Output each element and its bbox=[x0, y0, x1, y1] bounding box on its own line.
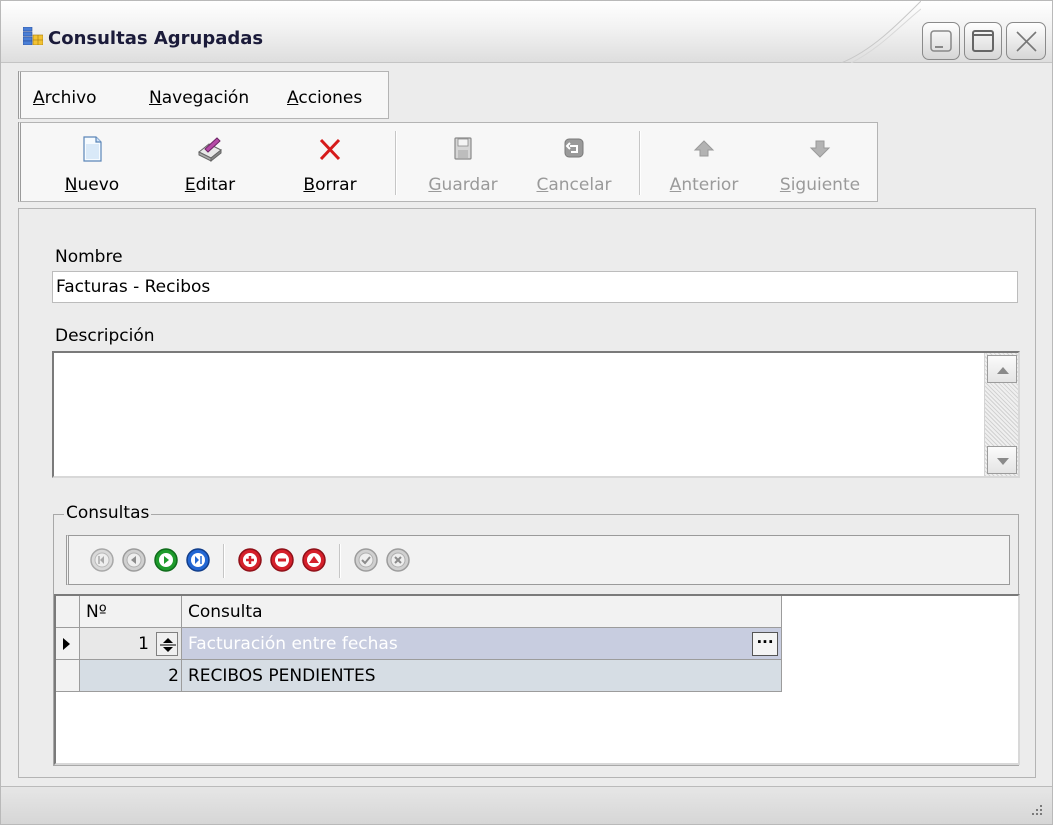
scroll-down-button[interactable] bbox=[987, 446, 1017, 474]
delete-icon bbox=[319, 138, 341, 161]
next-record-icon[interactable] bbox=[153, 547, 179, 573]
toolbar-separator bbox=[639, 131, 641, 195]
nuevo-label: Nuevo bbox=[64, 175, 120, 195]
post-record-icon[interactable] bbox=[353, 547, 379, 573]
cancel-icon bbox=[564, 138, 584, 158]
menu-bar: Archivo Navegación Acciones bbox=[18, 71, 389, 119]
spinner-icon bbox=[160, 638, 176, 652]
consultas-grid[interactable]: Nº Consulta 1 Facturación entre fechas ·… bbox=[54, 594, 1020, 765]
cancel-record-icon[interactable] bbox=[385, 547, 411, 573]
consultas-group: Consultas Nº Consulta 1 Facturación entr… bbox=[53, 503, 1020, 766]
first-record-icon[interactable] bbox=[89, 547, 115, 573]
status-bar bbox=[1, 786, 1052, 824]
insert-record-icon[interactable] bbox=[237, 547, 263, 573]
grid-icon bbox=[23, 27, 43, 45]
toolbar: Nuevo Editar Borrar Guardar Cancelar Ant… bbox=[18, 122, 878, 202]
descripcion-textarea[interactable] bbox=[52, 351, 1020, 478]
siguiente-button[interactable]: Siguiente bbox=[773, 127, 867, 199]
anterior-label: Anterior bbox=[669, 175, 739, 195]
consultas-group-title: Consultas bbox=[64, 503, 152, 523]
editar-button[interactable]: Editar bbox=[175, 127, 245, 199]
ellipsis-label: ··· bbox=[756, 633, 774, 651]
title-decoration bbox=[841, 1, 921, 63]
cancelar-label: Cancelar bbox=[536, 175, 612, 195]
edit-record-icon[interactable] bbox=[301, 547, 327, 573]
window-title: Consultas Agrupadas bbox=[48, 28, 264, 49]
table-row-consulta[interactable]: RECIBOS PENDIENTES bbox=[182, 660, 782, 692]
scroll-up-button[interactable] bbox=[987, 355, 1017, 383]
guardar-label: Guardar bbox=[428, 175, 498, 195]
descripcion-label: Descripción bbox=[55, 326, 155, 346]
application-window: Consultas Agrupadas Archivo Navegación A… bbox=[0, 0, 1053, 825]
scroll-down-icon bbox=[997, 458, 1009, 465]
delete-record-icon[interactable] bbox=[269, 547, 295, 573]
arrow-up-icon bbox=[693, 140, 715, 157]
grid-indicator-header bbox=[56, 596, 80, 628]
maximize-icon bbox=[972, 30, 994, 52]
minimize-icon bbox=[930, 30, 952, 52]
column-header-num[interactable]: Nº bbox=[80, 596, 182, 628]
borrar-label: Borrar bbox=[303, 175, 357, 195]
nombre-field[interactable]: Facturas - Recibos bbox=[52, 271, 1018, 303]
close-button[interactable] bbox=[1006, 22, 1046, 60]
num-spinner[interactable] bbox=[156, 632, 178, 656]
anterior-button[interactable]: Anterior bbox=[664, 127, 744, 199]
cancelar-button[interactable]: Cancelar bbox=[529, 127, 619, 199]
editar-label: Editar bbox=[184, 175, 236, 195]
borrar-button[interactable]: Borrar bbox=[294, 127, 366, 199]
grid-navigator bbox=[66, 535, 1010, 585]
siguiente-label: Siguiente bbox=[779, 175, 861, 195]
scroll-up-icon bbox=[997, 367, 1009, 374]
menu-acciones[interactable]: Acciones bbox=[287, 88, 362, 108]
nav-separator bbox=[339, 544, 341, 578]
nuevo-button[interactable]: Nuevo bbox=[57, 127, 127, 199]
prior-record-icon[interactable] bbox=[121, 547, 147, 573]
new-document-icon bbox=[83, 136, 102, 162]
form-panel: Nombre Facturas - Recibos Descripción Co… bbox=[18, 208, 1036, 778]
nombre-label: Nombre bbox=[55, 247, 123, 267]
toolbar-separator bbox=[395, 131, 397, 195]
row-indicator bbox=[56, 628, 80, 660]
arrow-down-icon bbox=[809, 140, 831, 158]
ellipsis-button[interactable]: ··· bbox=[752, 632, 778, 656]
row-indicator bbox=[56, 660, 80, 692]
guardar-button[interactable]: Guardar bbox=[418, 127, 508, 199]
resize-grip-icon[interactable] bbox=[1028, 803, 1044, 819]
close-icon bbox=[1016, 31, 1037, 52]
save-icon bbox=[454, 137, 472, 160]
table-row-consulta[interactable]: Facturación entre fechas bbox=[182, 628, 782, 660]
current-row-icon bbox=[63, 638, 70, 650]
title-bar[interactable]: Consultas Agrupadas bbox=[1, 1, 1052, 63]
edit-icon bbox=[198, 137, 222, 163]
table-row-num[interactable]: 2 bbox=[80, 660, 182, 692]
nav-separator bbox=[223, 544, 225, 578]
maximize-button[interactable] bbox=[964, 22, 1002, 60]
last-record-icon[interactable] bbox=[185, 547, 211, 573]
menu-navegacion[interactable]: Navegación bbox=[149, 88, 249, 108]
minimize-button[interactable] bbox=[922, 22, 960, 60]
column-header-consulta[interactable]: Consulta bbox=[182, 596, 782, 628]
descripcion-scrollbar[interactable] bbox=[984, 353, 1018, 476]
menu-archivo[interactable]: Archivo bbox=[33, 88, 97, 108]
